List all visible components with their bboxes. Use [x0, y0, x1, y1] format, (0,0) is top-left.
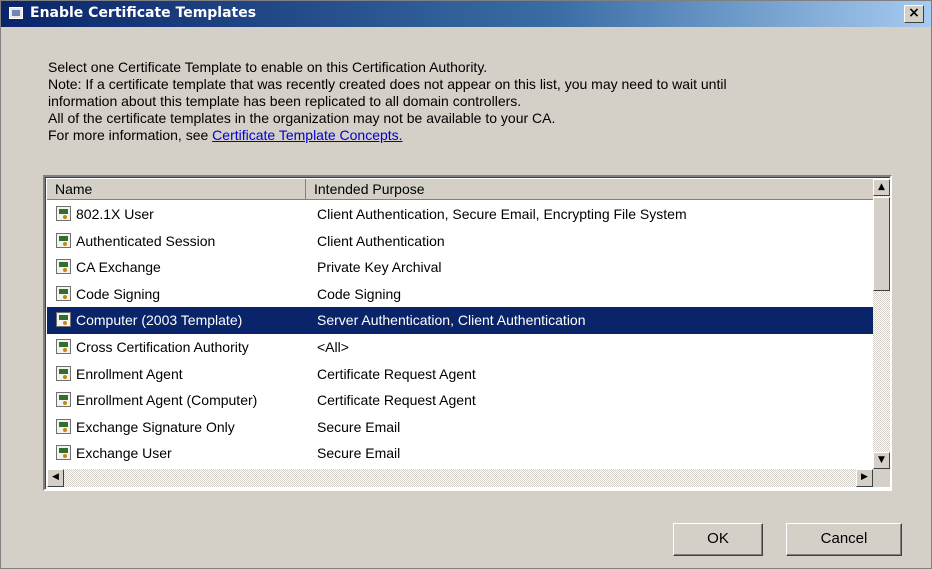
template-name: Authenticated Session [76, 232, 216, 249]
list-rows: 802.1X User Client Authentication, Secure… [47, 201, 873, 467]
certificate-template-icon [56, 312, 71, 328]
list-item[interactable]: 802.1X User Client Authentication, Secure… [47, 201, 873, 228]
template-name: Exchange Signature Only [76, 418, 235, 435]
template-name: CA Exchange [76, 259, 161, 276]
window-title: Enable Certificate Templates [30, 5, 257, 21]
certificate-template-icon [56, 206, 71, 221]
certificate-template-icon [56, 365, 71, 381]
certificate-template-concepts-link[interactable]: Certificate Template Concepts. [212, 127, 402, 143]
close-button[interactable]: × [904, 5, 924, 23]
template-name: Enrollment Agent [76, 365, 183, 382]
certificate-template-icon [56, 259, 71, 275]
description-line-3: information about this template has been… [48, 93, 522, 109]
intended-purpose: Secure Email [317, 445, 401, 462]
description-line-5: For more information, see Certificate Te… [48, 127, 727, 144]
intended-purpose: Certificate Request Agent [317, 392, 476, 409]
list-item[interactable]: Computer (2003 Template) Server Authentic… [47, 307, 873, 334]
intended-purpose: Client Authentication [317, 232, 445, 249]
certificate-template-icon [56, 285, 71, 301]
more-info-text: For more information, see [48, 127, 213, 143]
column-header-name[interactable]: Name [47, 179, 306, 200]
description-line-2: Note: If a certificate template that was… [48, 76, 727, 92]
intended-purpose: Server Authentication, Client Authentica… [317, 312, 586, 329]
vertical-scroll-thumb[interactable] [873, 197, 890, 291]
window-icon [9, 7, 23, 19]
horizontal-scrollbar[interactable]: ◀ ▶ [47, 469, 873, 487]
cancel-button[interactable]: Cancel [786, 523, 902, 556]
intended-purpose: Certificate Request Agent [317, 365, 476, 382]
certificate-template-icon [56, 392, 71, 408]
certificate-template-icon [56, 445, 71, 461]
template-name: Computer (2003 Template) [76, 312, 243, 329]
list-item[interactable]: Enrollment Agent Certificate Request Agen… [47, 361, 873, 388]
vertical-scrollbar[interactable]: ▲ ▼ [873, 179, 890, 469]
description-line-1: Select one Certificate Template to enabl… [48, 59, 488, 75]
intended-purpose: Code Signing [317, 285, 402, 302]
scroll-down-button[interactable]: ▼ [873, 452, 890, 469]
column-header-intended-purpose[interactable]: Intended Purpose [306, 179, 873, 200]
intended-purpose: <All> [317, 338, 349, 355]
ok-button[interactable]: OK [673, 523, 763, 556]
certificate-template-icon [56, 418, 71, 434]
list-item[interactable]: Enrollment Agent (Computer) Certificate R… [47, 387, 873, 414]
enable-certificate-templates-dialog: Enable Certificate Templates × Select on… [0, 0, 932, 569]
intended-purpose: Client Authentication, Secure Email, Enc… [317, 206, 687, 222]
intended-purpose: Secure Email [317, 418, 401, 435]
list-item[interactable]: Exchange User Secure Email [47, 440, 873, 467]
description-line-4: All of the certificate templates in the … [48, 110, 556, 126]
template-name: Code Signing [76, 285, 161, 302]
scroll-right-button[interactable]: ▶ [856, 469, 873, 487]
list-header: Name Intended Purpose [47, 179, 873, 200]
list-item[interactable]: Code Signing Code Signing [47, 281, 873, 308]
scroll-up-button[interactable]: ▲ [873, 179, 890, 196]
template-name: Exchange User [76, 445, 172, 462]
title-bar[interactable]: Enable Certificate Templates × [1, 1, 931, 27]
list-item[interactable]: Authenticated Session Client Authenticati… [47, 228, 873, 255]
certificate-template-icon [56, 232, 71, 248]
template-list[interactable]: Name Intended Purpose 802.1X User Client … [43, 175, 892, 491]
intended-purpose: Private Key Archival [317, 259, 442, 276]
list-item[interactable]: Cross Certification Authority <All> [47, 334, 873, 361]
list-item[interactable]: CA Exchange Private Key Archival [47, 254, 873, 281]
description: Select one Certificate Template to enabl… [48, 59, 727, 144]
list-item[interactable]: Exchange Signature Only Secure Email [47, 414, 873, 441]
template-name: Cross Certification Authority [76, 338, 249, 355]
scrollbar-corner [873, 469, 890, 487]
certificate-template-icon [56, 338, 71, 354]
scroll-left-button[interactable]: ◀ [47, 469, 64, 487]
template-name: Enrollment Agent (Computer) [76, 392, 258, 409]
template-name: 802.1X User [76, 206, 154, 222]
